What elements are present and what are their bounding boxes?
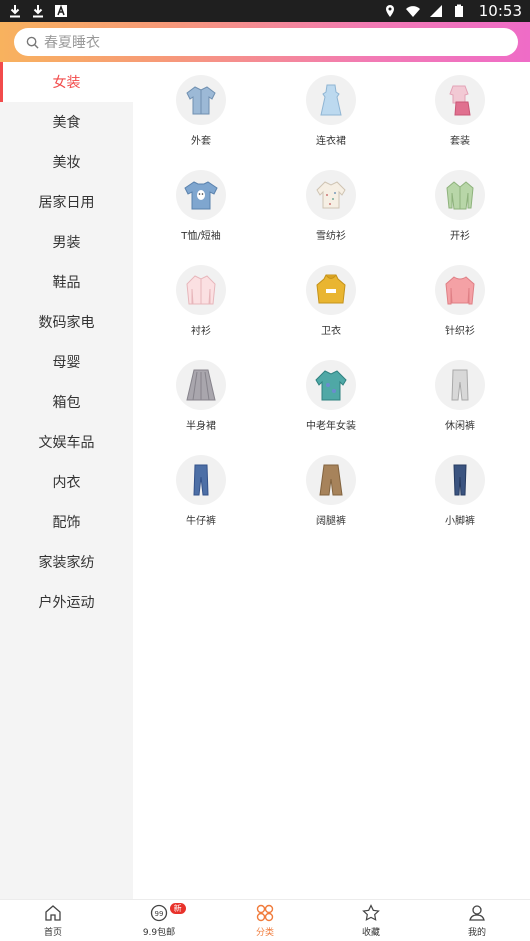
subcategory-item[interactable]: 外套 — [146, 62, 256, 152]
subcategory-item[interactable]: 牛仔裤 — [146, 442, 256, 532]
tshirt-icon — [176, 170, 226, 220]
sidebar-item-food[interactable]: 美食 — [0, 102, 133, 142]
sidebar-item-outdoor-sports[interactable]: 户外运动 — [0, 582, 133, 622]
tab-label: 分类 — [255, 927, 274, 938]
bottom-tab-bar: 首页 99 新 9.9包邮 分类 收藏 我的 — [0, 899, 530, 941]
jeans-icon — [176, 455, 226, 505]
knit-sweater-icon — [435, 265, 485, 315]
wifi-icon — [405, 6, 420, 17]
subcategory-item[interactable]: 雪纺衫 — [276, 157, 386, 247]
subcategory-item[interactable]: 半身裙 — [146, 347, 256, 437]
category-sidebar: 女装 美食 美妆 居家日用 男装 鞋品 数码家电 母婴 箱包 文娱车品 内衣 配… — [0, 62, 133, 899]
sidebar-item-household[interactable]: 居家日用 — [0, 182, 133, 222]
casual-pants-icon — [435, 360, 485, 410]
subcategory-label: 小脚裤 — [445, 516, 475, 527]
nine-nine-icon: 99 — [150, 904, 168, 921]
download-icon — [33, 5, 43, 18]
subcategory-label: 中老年女装 — [306, 421, 356, 432]
battery-icon — [454, 4, 463, 17]
sidebar-item-womens-clothing[interactable]: 女装 — [0, 62, 133, 102]
status-time: 10:53 — [478, 2, 522, 20]
subcategory-item[interactable]: 衬衫 — [146, 252, 256, 342]
download-icon — [10, 5, 20, 18]
sidebar-item-electronics[interactable]: 数码家电 — [0, 302, 133, 342]
location-icon — [385, 5, 394, 17]
tab-favorites[interactable]: 收藏 — [318, 900, 424, 941]
chiffon-blouse-icon — [306, 170, 356, 220]
cardigan-icon — [435, 170, 485, 220]
subcategory-item[interactable]: 休闲裤 — [405, 347, 515, 437]
shirt-icon — [176, 265, 226, 315]
tab-label: 9.9包邮 — [142, 927, 176, 938]
sidebar-item-entertainment-car[interactable]: 文娱车品 — [0, 422, 133, 462]
subcategory-label: 阔腿裤 — [316, 516, 346, 527]
subcategory-item[interactable]: 针织衫 — [405, 252, 515, 342]
signal-icon — [429, 5, 442, 17]
subcategory-label: 外套 — [191, 136, 211, 147]
subcategory-grid: 外套 连衣裙 套装 T恤/短袖 雪纺衫 开衫 衬衫 卫衣 针织衫 半身裙 中老年… — [133, 62, 530, 899]
subcategory-item[interactable]: 连衣裙 — [276, 62, 386, 152]
subcategory-label: T恤/短袖 — [181, 231, 221, 242]
tab-label: 收藏 — [361, 927, 380, 938]
home-icon — [45, 904, 61, 921]
subcategory-item[interactable]: 开衫 — [405, 157, 515, 247]
subcategory-item[interactable]: 阔腿裤 — [276, 442, 386, 532]
subcategory-label: 开衫 — [450, 231, 470, 242]
sidebar-item-beauty[interactable]: 美妆 — [0, 142, 133, 182]
subcategory-item[interactable]: 中老年女装 — [276, 347, 386, 437]
wide-leg-pants-icon — [306, 455, 356, 505]
subcategory-label: 休闲裤 — [445, 421, 475, 432]
tab-label: 首页 — [43, 927, 62, 938]
subcategory-label: 衬衫 — [191, 326, 211, 337]
tab-profile[interactable]: 我的 — [424, 900, 530, 941]
profile-icon — [469, 904, 485, 921]
subcategory-label: 雪纺衫 — [316, 231, 346, 242]
subcategory-label: 卫衣 — [321, 326, 341, 337]
dress-icon — [306, 75, 356, 125]
star-icon — [362, 903, 380, 921]
hoodie-icon — [306, 265, 356, 315]
sidebar-item-baby[interactable]: 母婴 — [0, 342, 133, 382]
tab-category[interactable]: 分类 — [212, 900, 318, 941]
search-icon — [26, 36, 39, 49]
sidebar-item-bags[interactable]: 箱包 — [0, 382, 133, 422]
sidebar-item-mens-clothing[interactable]: 男装 — [0, 222, 133, 262]
app-notification-icon — [55, 4, 67, 17]
subcategory-label: 半身裙 — [186, 421, 216, 432]
subcategory-label: 连衣裙 — [316, 136, 346, 147]
subcategory-item[interactable]: 套装 — [405, 62, 515, 152]
tunic-icon — [306, 360, 356, 410]
sidebar-item-underwear[interactable]: 内衣 — [0, 462, 133, 502]
category-icon — [256, 904, 274, 921]
search-bar[interactable]: 春夏睡衣 — [14, 28, 518, 56]
subcategory-item[interactable]: T恤/短袖 — [146, 157, 256, 247]
skirt-icon — [176, 360, 226, 410]
skinny-pants-icon — [435, 455, 485, 505]
tab-home[interactable]: 首页 — [0, 900, 106, 941]
denim-jacket-icon — [176, 75, 226, 125]
header: 春夏睡衣 — [0, 22, 530, 62]
new-badge: 新 — [169, 903, 186, 914]
sidebar-item-accessories[interactable]: 配饰 — [0, 502, 133, 542]
sidebar-item-home-textiles[interactable]: 家装家纺 — [0, 542, 133, 582]
subcategory-item[interactable]: 卫衣 — [276, 252, 386, 342]
search-placeholder: 春夏睡衣 — [44, 35, 100, 51]
outfit-set-icon — [435, 75, 485, 125]
tab-nine-nine-free-shipping[interactable]: 99 新 9.9包邮 — [106, 900, 212, 941]
subcategory-label: 针织衫 — [445, 326, 475, 337]
subcategory-label: 套装 — [450, 136, 470, 147]
subcategory-label: 牛仔裤 — [186, 516, 216, 527]
tab-label: 我的 — [467, 927, 486, 938]
subcategory-item[interactable]: 小脚裤 — [405, 442, 515, 532]
svg-text:99: 99 — [155, 910, 164, 918]
status-bar: 10:53 — [0, 0, 530, 22]
sidebar-item-shoes[interactable]: 鞋品 — [0, 262, 133, 302]
